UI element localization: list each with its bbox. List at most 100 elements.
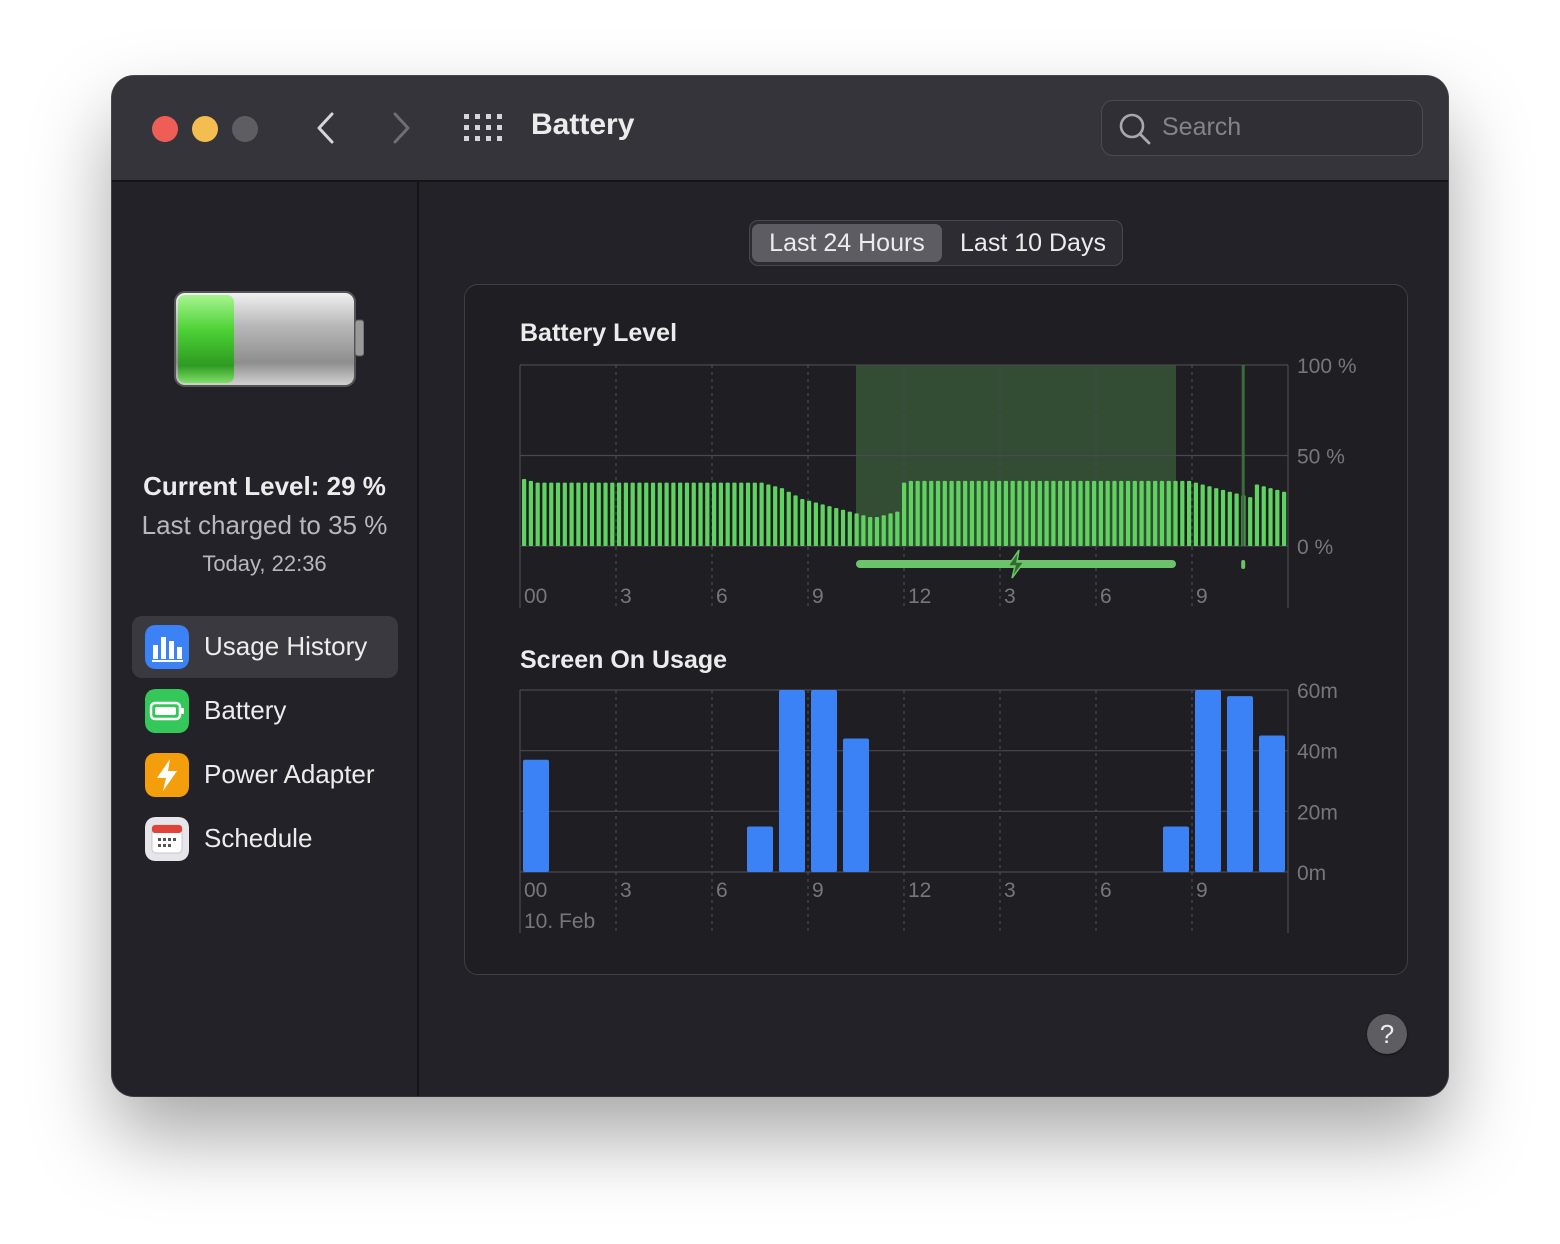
battery-level-bar bbox=[1234, 493, 1239, 546]
show-all-button[interactable] bbox=[464, 114, 502, 144]
x-tick-label: 00 bbox=[524, 585, 547, 608]
battery-level-bar bbox=[766, 484, 771, 546]
battery-level-bar bbox=[1010, 480, 1015, 546]
battery-level-bar bbox=[983, 480, 988, 546]
x-tick-label: 6 bbox=[716, 585, 728, 608]
battery-level-bar bbox=[691, 482, 696, 546]
current-level-label: Current Level: 29 % bbox=[143, 471, 386, 501]
x-tick-label: 6 bbox=[716, 879, 728, 902]
battery-level-bar bbox=[1017, 480, 1022, 546]
charging-indicator-tick bbox=[1241, 560, 1246, 569]
usage-history-icon bbox=[145, 625, 189, 669]
main-content: Last 24 Hours Last 10 Days Battery Level… bbox=[419, 182, 1448, 1096]
window-title: Battery bbox=[531, 108, 635, 141]
battery-level-bar bbox=[1044, 480, 1049, 546]
battery-level-bar bbox=[1227, 491, 1232, 546]
sidebar-item-label: Schedule bbox=[204, 823, 313, 853]
battery-level-bar bbox=[895, 511, 900, 546]
date-label: 10. Feb bbox=[524, 910, 595, 933]
battery-level-bar bbox=[840, 509, 846, 546]
x-tick-label: 3 bbox=[620, 585, 632, 608]
usage-charts: 100 % 50 % 0 % 00 3 6 9 12 3 6 9 60m 40m 20m 0m 00 3 6 9 12… bbox=[519, 355, 1357, 933]
battery-level-bar bbox=[623, 482, 628, 546]
zoom-button[interactable] bbox=[232, 116, 258, 142]
battery-level-bar bbox=[528, 480, 533, 546]
battery-level-bar bbox=[1024, 480, 1029, 546]
screen-usage-bar bbox=[811, 690, 837, 872]
battery-level-bar bbox=[854, 513, 859, 546]
last-charged-label: Last charged to 35 % bbox=[141, 510, 388, 540]
battery-level-bar bbox=[542, 482, 547, 546]
battery-level-bar bbox=[956, 480, 961, 546]
battery-level-bar bbox=[1261, 486, 1266, 546]
y-tick-label: 0m bbox=[1297, 862, 1326, 885]
x-tick-label: 9 bbox=[1196, 879, 1208, 902]
battery-level-bar bbox=[589, 482, 595, 546]
battery-level-bar bbox=[1214, 488, 1219, 546]
battery-level-bar bbox=[569, 482, 574, 546]
tab-last-24-hours[interactable]: Last 24 Hours bbox=[752, 224, 942, 262]
minimize-button[interactable] bbox=[192, 116, 218, 142]
battery-level-bar bbox=[712, 482, 717, 546]
battery-level-bar bbox=[827, 506, 832, 546]
x-tick-label: 3 bbox=[620, 879, 632, 902]
battery-level-bar bbox=[997, 480, 1002, 546]
battery-level-bar bbox=[555, 482, 561, 546]
battery-level-bar bbox=[813, 502, 818, 546]
x-tick-label: 3 bbox=[1004, 879, 1016, 902]
battery-level-bar bbox=[698, 482, 703, 546]
sidebar-item-power-adapter[interactable]: Power Adapter bbox=[132, 744, 398, 806]
screen-usage-bar bbox=[1259, 735, 1285, 872]
battery-level-bar bbox=[1112, 480, 1117, 546]
battery-level-bar bbox=[976, 480, 981, 546]
search-icon bbox=[1119, 113, 1151, 145]
battery-level-bar bbox=[637, 482, 642, 546]
battery-level-bar bbox=[908, 480, 913, 546]
battery-level-bar bbox=[1207, 486, 1212, 546]
battery-level-bar bbox=[1275, 489, 1280, 546]
battery-level-bar bbox=[881, 515, 886, 546]
battery-level-bar bbox=[610, 482, 615, 546]
battery-level-bar bbox=[1098, 480, 1103, 546]
battery-level-bar bbox=[1092, 480, 1097, 546]
last-charged-time: Today, 22:36 bbox=[202, 551, 327, 576]
settings-window: Battery Search Current Level: 29 % Last … bbox=[112, 76, 1448, 1096]
close-button[interactable] bbox=[152, 116, 178, 142]
battery-icon bbox=[145, 689, 189, 733]
battery-level-bar bbox=[752, 482, 757, 546]
battery-level-bar bbox=[807, 500, 812, 546]
battery-level-bar bbox=[773, 486, 778, 546]
sidebar-item-schedule[interactable]: Schedule bbox=[132, 808, 398, 870]
battery-level-bar bbox=[732, 482, 737, 546]
battery-level-bar bbox=[800, 498, 805, 546]
x-tick-label: 12 bbox=[908, 879, 931, 902]
sidebar-item-usage-history[interactable]: Usage History bbox=[132, 616, 398, 678]
battery-level-bar bbox=[1187, 480, 1192, 546]
battery-level-bar bbox=[1078, 480, 1083, 546]
screen-usage-bar bbox=[1227, 696, 1253, 872]
battery-level-bar bbox=[630, 482, 635, 546]
battery-level-bar bbox=[834, 507, 839, 546]
sidebar-item-label: Battery bbox=[204, 695, 287, 725]
battery-level-bar bbox=[684, 482, 690, 546]
battery-level-bar bbox=[847, 511, 852, 546]
battery-level-bar bbox=[1071, 480, 1076, 546]
grid-icon bbox=[464, 114, 502, 141]
battery-level-bar bbox=[650, 482, 656, 546]
battery-level-icon bbox=[174, 291, 364, 387]
forward-button[interactable] bbox=[385, 110, 415, 146]
screen-usage-bar bbox=[1163, 826, 1189, 872]
y-tick-label: 0 % bbox=[1297, 536, 1333, 559]
back-button[interactable] bbox=[312, 110, 342, 146]
y-tick-label: 20m bbox=[1297, 801, 1338, 824]
battery-level-bar bbox=[1220, 489, 1226, 546]
search-field[interactable]: Search bbox=[1101, 100, 1423, 156]
charging-bolt-icon bbox=[1006, 549, 1026, 579]
tab-last-10-days[interactable]: Last 10 Days bbox=[946, 224, 1120, 262]
help-button[interactable]: ? bbox=[1367, 1014, 1407, 1054]
battery-level-bar bbox=[990, 480, 995, 546]
sidebar-item-battery[interactable]: Battery bbox=[132, 680, 398, 742]
x-tick-label: 6 bbox=[1100, 879, 1112, 902]
battery-level-bar bbox=[935, 480, 941, 546]
battery-level-bar bbox=[1282, 491, 1287, 546]
